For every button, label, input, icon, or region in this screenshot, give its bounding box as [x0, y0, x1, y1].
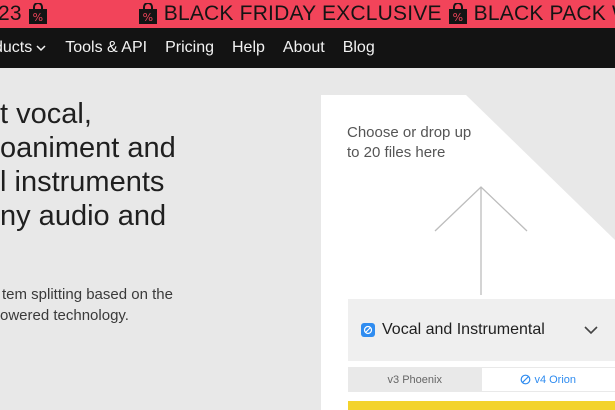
nav-item-about[interactable]: About [283, 39, 325, 57]
nav-item-label: Tools & API [65, 39, 148, 56]
svg-text:%: % [142, 11, 153, 24]
hero-heading-line: ny audio and [0, 200, 167, 232]
sale-bag-icon: % [28, 3, 47, 24]
top-nav: ducts Tools & API Pricing Help About Blo… [0, 28, 615, 68]
version-option-v3-phoenix[interactable]: v3 Phoenix [348, 367, 482, 392]
split-icon [521, 374, 531, 385]
split-cta-button[interactable] [348, 401, 615, 410]
promo-text: BLACK FRIDAY EXCLUSIVE [163, 2, 442, 25]
hero-subtitle-line: owered technology. [0, 307, 129, 324]
promo-banner-track: 23 % % BLACK FRIDAY EXCLUSIVE % BLACK PA… [0, 0, 615, 28]
sale-bag-icon: % [138, 3, 157, 24]
version-label: v3 Phoenix [387, 373, 442, 386]
dropzone-text: Choose or drop up to 20 files here [347, 124, 472, 161]
nav-item-pricing[interactable]: Pricing [165, 39, 214, 57]
nav-item-label: Blog [342, 39, 375, 56]
sale-bag-icon: % [448, 3, 467, 24]
hero-heading-line: t vocal, [0, 98, 92, 130]
nav-item-label: About [282, 39, 325, 56]
nav-item-label: Pricing [165, 39, 214, 56]
separation-mode-select[interactable]: Vocal and Instrumental [348, 299, 615, 361]
hero-heading-line: oaniment and [0, 132, 176, 164]
separation-mode-label: Vocal and Instrumental [382, 321, 545, 338]
svg-text:%: % [452, 11, 463, 24]
promo-segment: 23 % [0, 0, 48, 28]
promo-segment: % BLACK FRIDAY EXCLUSIVE % BLACK PACK WI… [138, 0, 615, 28]
upload-dropzone[interactable]: Choose or drop up to 20 files here [321, 95, 615, 410]
hero-subtitle-line: tem splitting based on the [2, 286, 173, 303]
version-option-v4-orion[interactable]: v4 Orion [481, 368, 615, 391]
promo-banner[interactable]: 23 % % BLACK FRIDAY EXCLUSIVE % BLACK PA… [0, 0, 615, 28]
upload-arrow-icon [434, 186, 528, 295]
model-version-toggle: v3 Phoenix v4 Orion [348, 367, 615, 392]
nav-item-help[interactable]: Help [232, 39, 265, 57]
hero-heading-line: l instruments [0, 166, 165, 198]
nav-item-products[interactable]: ducts [0, 39, 47, 57]
nav-item-tools-api[interactable]: Tools & API [65, 39, 147, 57]
chevron-down-icon [36, 45, 46, 52]
promo-text: BLACK PACK WITH 6 [473, 2, 615, 25]
chevron-down-icon [584, 326, 598, 335]
nav-item-blog[interactable]: Blog [343, 39, 375, 57]
version-label: v4 Orion [534, 373, 577, 386]
nav-item-label: Help [231, 39, 265, 56]
nav-item-label: ducts [0, 39, 33, 56]
svg-text:%: % [32, 11, 43, 24]
split-icon [361, 323, 375, 337]
promo-text: 23 [0, 2, 22, 25]
